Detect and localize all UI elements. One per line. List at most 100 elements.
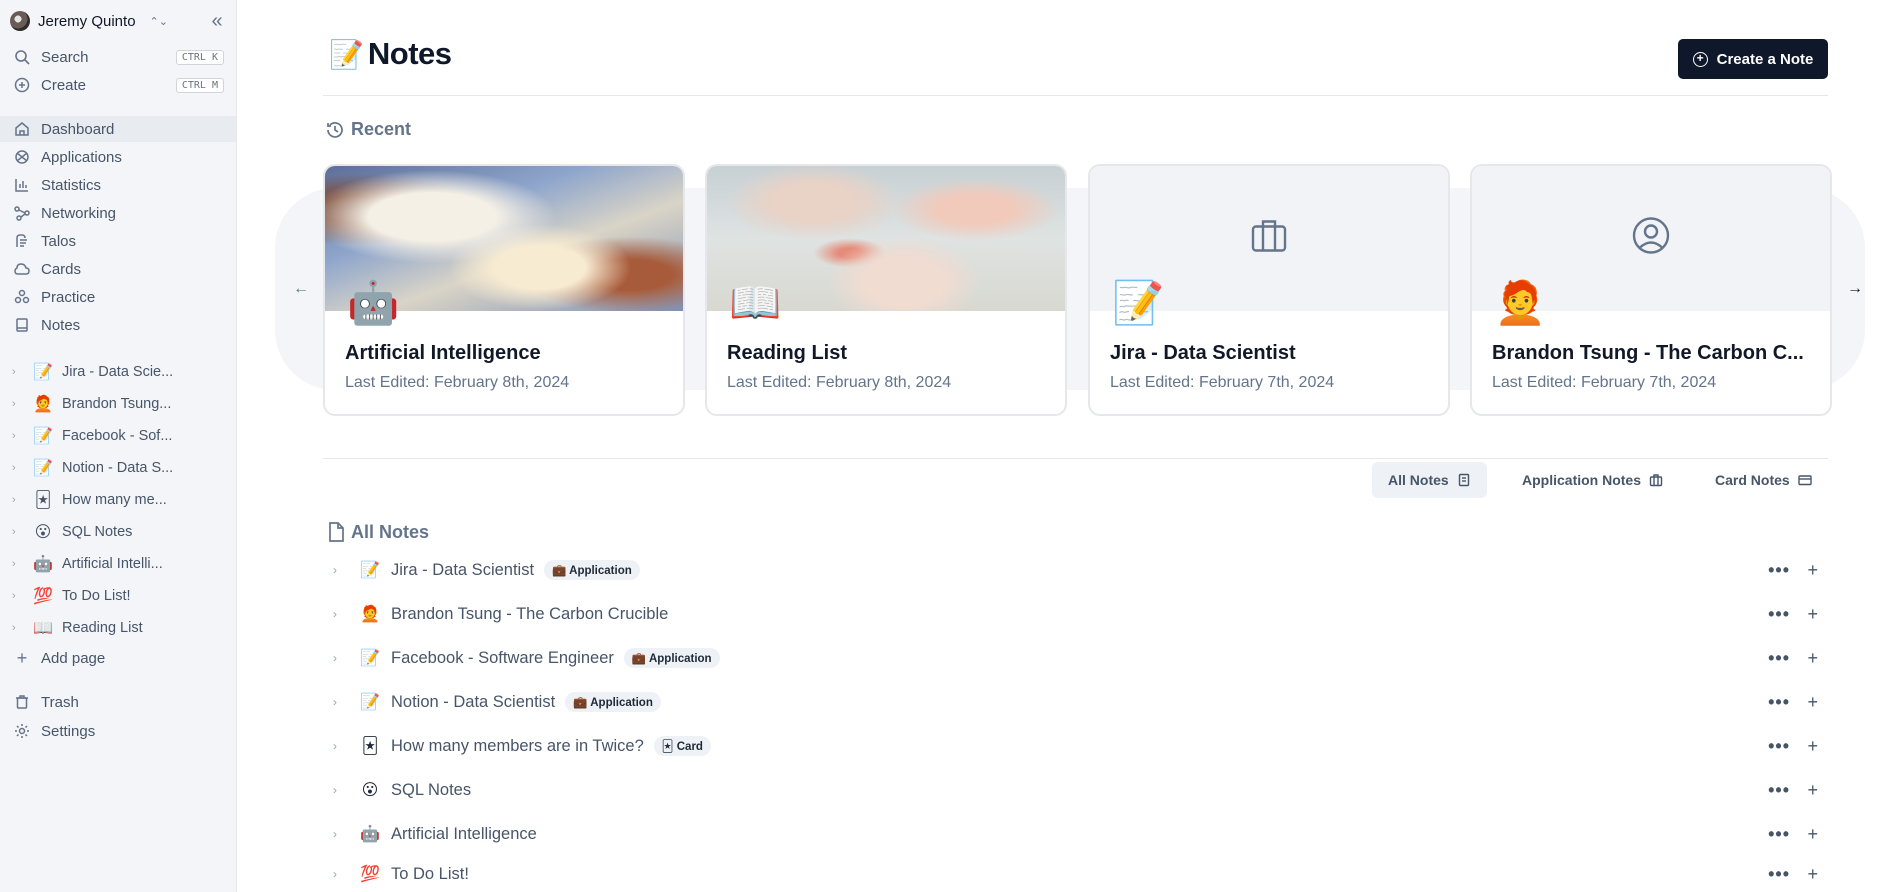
add-page-button[interactable]: + Add page xyxy=(0,645,236,671)
more-options-icon[interactable]: ••• xyxy=(1768,648,1790,669)
chevron-right-icon[interactable]: › xyxy=(333,651,357,665)
more-options-icon[interactable]: ••• xyxy=(1768,560,1790,581)
search-button[interactable]: Search CTRL K xyxy=(0,44,236,70)
add-subpage-icon[interactable]: + xyxy=(1807,604,1818,625)
chevron-right-icon[interactable]: › xyxy=(12,398,24,410)
add-subpage-icon[interactable]: + xyxy=(1807,648,1818,669)
tab-all-notes[interactable]: All Notes xyxy=(1372,462,1487,498)
divider xyxy=(323,95,1828,96)
chevron-right-icon[interactable]: › xyxy=(333,827,357,841)
chevron-right-icon[interactable]: › xyxy=(333,563,357,577)
profile-switcher[interactable]: Jeremy Quinto ⌃⌄ xyxy=(10,10,168,32)
recent-card[interactable]: 🤖 Artificial Intelligence Last Edited: F… xyxy=(323,164,685,416)
note-row[interactable]: › 💯 To Do List! ••• + xyxy=(323,856,1828,892)
tab-application-notes[interactable]: Application Notes xyxy=(1506,462,1679,498)
tab-card-notes[interactable]: Card Notes xyxy=(1699,462,1828,498)
note-row[interactable]: › 📝 Notion - Data Scientist 💼 Applicatio… xyxy=(323,684,1828,720)
more-options-icon[interactable]: ••• xyxy=(1768,692,1790,713)
chevron-right-icon[interactable]: › xyxy=(12,462,24,474)
all-notes-heading-label: All Notes xyxy=(351,521,430,542)
sidebar-item-settings[interactable]: Settings xyxy=(0,718,236,744)
chevron-right-icon[interactable]: › xyxy=(333,607,357,621)
note-title[interactable]: Notion - Data Scientist xyxy=(391,693,555,712)
note-row[interactable]: › 📝 Jira - Data Scientist 💼 Application … xyxy=(323,552,1828,588)
note-row[interactable]: › 🤖 Artificial Intelligence ••• + xyxy=(323,816,1828,852)
sidebar-page[interactable]: › 🃏 How many me... xyxy=(0,486,236,514)
note-title[interactable]: Jira - Data Scientist xyxy=(391,561,534,580)
chevron-right-icon[interactable]: › xyxy=(12,558,24,570)
add-page-label: Add page xyxy=(41,649,106,667)
sidebar-page[interactable]: › 🧑‍🦰 Brandon Tsung... xyxy=(0,390,236,418)
add-subpage-icon[interactable]: + xyxy=(1807,864,1818,885)
notebook-icon xyxy=(1458,473,1469,487)
network-icon xyxy=(13,204,31,222)
add-subpage-icon[interactable]: + xyxy=(1807,736,1818,757)
more-options-icon[interactable]: ••• xyxy=(1768,824,1790,845)
sidebar-item-label: Statistics xyxy=(41,176,102,194)
chevron-right-icon[interactable]: › xyxy=(333,783,357,797)
sidebar-page[interactable]: › 🤖 Artificial Intelli... xyxy=(0,550,236,578)
sidebar-item-cards[interactable]: Cards xyxy=(0,256,236,282)
all-notes-heading: All Notes xyxy=(325,521,429,543)
chevron-right-icon[interactable]: › xyxy=(12,494,24,506)
sidebar-item-applications[interactable]: Applications xyxy=(0,144,236,170)
add-subpage-icon[interactable]: + xyxy=(1807,780,1818,801)
sidebar-item-notes[interactable]: Notes xyxy=(0,312,236,338)
sidebar-item-trash[interactable]: Trash xyxy=(0,689,236,715)
chevron-right-icon[interactable]: › xyxy=(12,430,24,442)
sidebar-item-dashboard[interactable]: Dashboard xyxy=(0,116,236,142)
more-options-icon[interactable]: ••• xyxy=(1768,604,1790,625)
note-title[interactable]: SQL Notes xyxy=(391,781,471,800)
arrow-left-icon[interactable]: ← xyxy=(293,280,309,298)
sidebar-page[interactable]: › 💯 To Do List! xyxy=(0,582,236,610)
sidebar-page[interactable]: › 📝 Jira - Data Scie... xyxy=(0,358,236,386)
chevron-right-icon[interactable]: › xyxy=(12,526,24,538)
recent-heading: Recent xyxy=(325,119,411,140)
sidebar-item-practice[interactable]: Practice xyxy=(0,284,236,310)
chevron-right-icon[interactable]: › xyxy=(12,622,24,634)
card-icon xyxy=(1797,475,1812,486)
more-options-icon[interactable]: ••• xyxy=(1768,736,1790,757)
page-emoji: 🤖 xyxy=(33,556,53,573)
create-note-button[interactable]: + Create a Note xyxy=(1678,39,1828,79)
note-title[interactable]: Artificial Intelligence xyxy=(391,825,537,844)
note-row[interactable]: › 🧑‍🦰 Brandon Tsung - The Carbon Crucibl… xyxy=(323,596,1828,632)
add-subpage-icon[interactable]: + xyxy=(1807,692,1818,713)
page-emoji: 📝 xyxy=(33,364,53,381)
sidebar-page[interactable]: › 😮 SQL Notes xyxy=(0,518,236,546)
note-row[interactable]: › 😮 SQL Notes ••• + xyxy=(323,772,1828,808)
chevron-right-icon[interactable]: › xyxy=(333,739,357,753)
sidebar-page[interactable]: › 📖 Reading List xyxy=(0,614,236,642)
add-subpage-icon[interactable]: + xyxy=(1807,824,1818,845)
note-row[interactable]: › 🃏 How many members are in Twice? 🃏 Car… xyxy=(323,728,1828,764)
chevron-right-icon[interactable]: › xyxy=(12,590,24,602)
more-options-icon[interactable]: ••• xyxy=(1768,780,1790,801)
sidebar-page[interactable]: › 📝 Notion - Data S... xyxy=(0,454,236,482)
recent-card[interactable]: 🧑‍🦰 Brandon Tsung - The Carbon C... Last… xyxy=(1470,164,1832,416)
more-options-icon[interactable]: ••• xyxy=(1768,864,1790,885)
sidebar-item-statistics[interactable]: Statistics xyxy=(0,172,236,198)
add-subpage-icon[interactable]: + xyxy=(1807,560,1818,581)
chevron-right-icon[interactable]: › xyxy=(12,366,24,378)
recent-card[interactable]: 📖 Reading List Last Edited: February 8th… xyxy=(705,164,1067,416)
chevron-right-icon[interactable]: › xyxy=(333,695,357,709)
recent-card[interactable]: 📝 Jira - Data Scientist Last Edited: Feb… xyxy=(1088,164,1450,416)
sidebar-page[interactable]: › 📝 Facebook - Sof... xyxy=(0,422,236,450)
arrow-right-icon[interactable]: → xyxy=(1847,280,1863,298)
sidebar-item-label: Cards xyxy=(41,260,82,278)
collapse-sidebar-icon[interactable]: « xyxy=(206,11,228,32)
page-label: Notion - Data S... xyxy=(62,460,174,476)
card-date: Last Edited: February 7th, 2024 xyxy=(1492,374,1717,391)
note-row[interactable]: › 📝 Facebook - Software Engineer 💼 Appli… xyxy=(323,640,1828,676)
chevron-right-icon[interactable]: › xyxy=(333,867,357,881)
note-title[interactable]: Brandon Tsung - The Carbon Crucible xyxy=(391,605,668,624)
sidebar-item-label: Dashboard xyxy=(41,120,115,138)
create-button[interactable]: Create CTRL M xyxy=(0,72,236,98)
sidebar-item-talos[interactable]: Talos xyxy=(0,228,236,254)
note-title[interactable]: How many members are in Twice? xyxy=(391,737,644,756)
sidebar-item-networking[interactable]: Networking xyxy=(0,200,236,226)
note-title[interactable]: Facebook - Software Engineer xyxy=(391,649,614,668)
card-date: Last Edited: February 8th, 2024 xyxy=(727,374,952,391)
sidebar: Jeremy Quinto ⌃⌄ « Search CTRL K Create … xyxy=(0,0,237,892)
note-title[interactable]: To Do List! xyxy=(391,865,469,884)
